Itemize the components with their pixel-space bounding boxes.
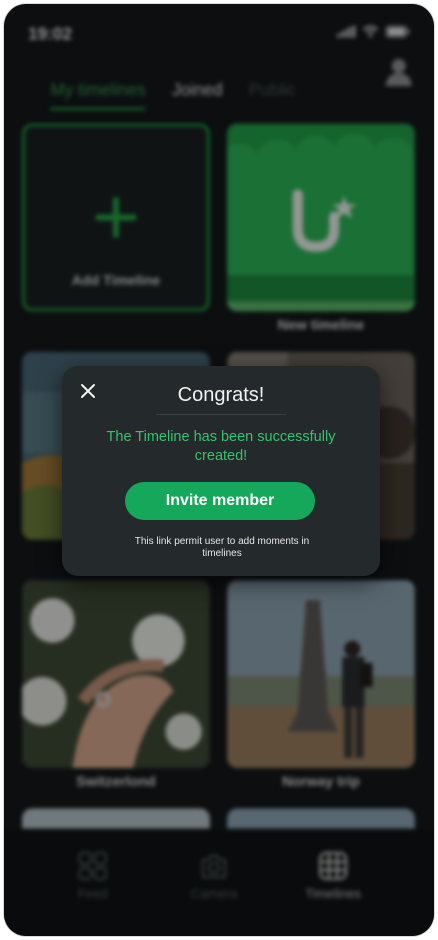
dialog-message: The Timeline has been successfully creat… <box>106 429 336 464</box>
phone-screen: 19:02 My timelines Joined Public Add Tim… <box>4 4 434 936</box>
dialog-divider <box>156 414 286 415</box>
dialog-note: This link permit user to add moments in … <box>134 536 310 559</box>
invite-member-button[interactable]: Invite member <box>125 482 315 520</box>
dialog-title: Congrats! <box>177 384 265 406</box>
success-dialog: Congrats! The Timeline has been successf… <box>62 366 380 576</box>
